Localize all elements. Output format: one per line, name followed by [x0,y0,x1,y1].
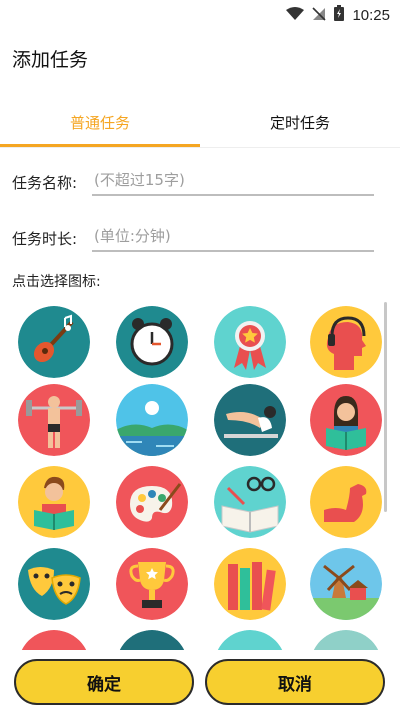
theater-masks-icon[interactable] [18,548,90,620]
battery-charging-icon [334,5,345,25]
task-duration-label: 任务时长: [12,230,78,248]
alarm-clock-icon[interactable] [116,306,188,378]
partial-icon-1[interactable] [18,630,90,650]
partial-icon-4[interactable] [310,630,382,650]
partial-icon-2[interactable] [116,630,188,650]
status-icons: 10:25 [286,5,390,25]
books-icon[interactable] [214,548,286,620]
weightlifting-icon[interactable] [18,384,90,456]
open-book-glasses-icon[interactable] [214,466,286,538]
status-time: 10:25 [352,6,390,24]
icon-grid-scrollbar[interactable] [384,302,387,512]
guitar-icon[interactable] [18,306,90,378]
trophy-icon[interactable] [116,548,188,620]
tab-timed-task[interactable]: 定时任务 [200,98,400,146]
lake-landscape-icon[interactable] [116,384,188,456]
task-duration-row: 任务时长: [12,222,392,254]
headphones-head-icon[interactable] [310,306,382,378]
status-bar: 10:25 [0,0,400,28]
task-tabs: 普通任务 定时任务 [0,98,400,148]
partial-icon-3[interactable] [214,630,286,650]
flexed-arm-icon[interactable] [310,466,382,538]
task-name-row: 任务名称: [12,166,392,198]
man-reading-icon[interactable] [18,466,90,538]
no-signal-icon [312,6,327,25]
award-ribbon-icon[interactable] [214,306,286,378]
paint-palette-icon[interactable] [116,466,188,538]
task-name-input[interactable] [92,166,374,196]
icon-grid [0,298,400,650]
tab-normal-task[interactable]: 普通任务 [0,98,200,146]
task-duration-input[interactable] [92,222,374,252]
windmill-village-icon[interactable] [310,548,382,620]
confirm-button[interactable]: 确定 [14,659,194,705]
task-name-label: 任务名称: [12,174,78,192]
yoga-stretch-icon[interactable] [214,384,286,456]
tab-divider [0,147,400,148]
woman-reading-icon[interactable] [310,384,382,456]
wifi-icon [286,6,305,25]
page-title: 添加任务 [12,49,89,71]
icon-picker-label: 点击选择图标: [12,274,101,290]
cancel-button[interactable]: 取消 [205,659,385,705]
